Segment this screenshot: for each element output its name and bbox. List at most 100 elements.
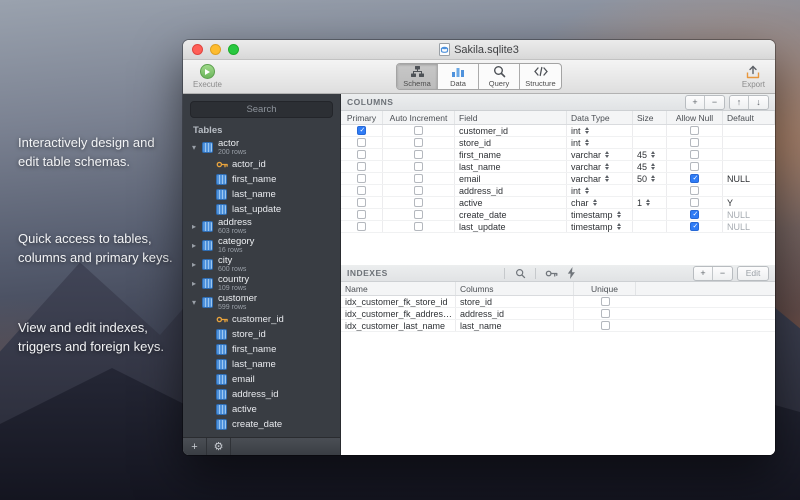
index-search-icon[interactable]: [512, 268, 528, 279]
stepper-icon[interactable]: [605, 151, 609, 158]
column-row[interactable]: first_namevarchar45: [341, 149, 775, 161]
move-up-button[interactable]: ↑: [730, 96, 749, 109]
index-row[interactable]: idx_customer_fk_store_idstore_id: [341, 296, 775, 308]
tab-structure[interactable]: Structure: [520, 64, 561, 89]
column-row[interactable]: create_datetimestampNULL: [341, 209, 775, 221]
chevron-right-icon[interactable]: ▸: [192, 260, 202, 269]
checkbox[interactable]: [357, 174, 366, 183]
stepper-icon[interactable]: [605, 163, 609, 170]
default-cell[interactable]: [723, 161, 775, 172]
stepper-icon[interactable]: [651, 163, 655, 170]
checkbox[interactable]: [690, 210, 699, 219]
column-row[interactable]: emailvarchar50NULL: [341, 173, 775, 185]
checkbox[interactable]: [690, 222, 699, 231]
foreign-key-icon[interactable]: [543, 268, 559, 279]
execute-button[interactable]: Execute: [193, 64, 222, 89]
chevron-right-icon[interactable]: ▸: [192, 222, 202, 231]
chevron-down-icon[interactable]: ▾: [192, 143, 202, 152]
data-type-cell[interactable]: timestamp: [567, 209, 633, 220]
checkbox[interactable]: [357, 150, 366, 159]
column-row[interactable]: last_namevarchar45: [341, 161, 775, 173]
default-cell[interactable]: NULL: [723, 209, 775, 220]
stepper-icon[interactable]: [617, 211, 621, 218]
tab-query[interactable]: Query: [479, 64, 520, 89]
column-row[interactable]: store_idint: [341, 137, 775, 149]
checkbox[interactable]: [357, 126, 366, 135]
checkbox[interactable]: [414, 162, 423, 171]
chevron-right-icon[interactable]: ▸: [192, 241, 202, 250]
checkbox[interactable]: [601, 297, 610, 306]
sidebar-column-item[interactable]: customer_id: [183, 312, 340, 327]
checkbox[interactable]: [357, 162, 366, 171]
sidebar-table-item[interactable]: ▸category16 rows: [183, 236, 340, 255]
sidebar-column-item[interactable]: store_id: [183, 327, 340, 342]
default-cell[interactable]: Y: [723, 197, 775, 208]
default-cell[interactable]: [723, 137, 775, 148]
size-cell[interactable]: [633, 185, 667, 196]
sidebar-table-item[interactable]: ▾customer599 rows: [183, 293, 340, 312]
sidebar-column-item[interactable]: last_name: [183, 187, 340, 202]
checkbox[interactable]: [690, 162, 699, 171]
checkbox[interactable]: [690, 150, 699, 159]
sidebar-table-item[interactable]: ▸address603 rows: [183, 217, 340, 236]
checkbox[interactable]: [690, 186, 699, 195]
stepper-icon[interactable]: [585, 139, 589, 146]
checkbox[interactable]: [414, 138, 423, 147]
size-cell[interactable]: 45: [633, 161, 667, 172]
sidebar-column-item[interactable]: last_name: [183, 357, 340, 372]
stepper-icon[interactable]: [593, 199, 597, 206]
sidebar-column-item[interactable]: active: [183, 402, 340, 417]
default-cell[interactable]: [723, 185, 775, 196]
tab-schema[interactable]: Schema: [397, 64, 438, 89]
add-index-button[interactable]: +: [694, 267, 713, 280]
checkbox[interactable]: [690, 174, 699, 183]
size-cell[interactable]: 50: [633, 173, 667, 184]
data-type-cell[interactable]: varchar: [567, 161, 633, 172]
checkbox[interactable]: [690, 198, 699, 207]
column-row[interactable]: activechar1Y: [341, 197, 775, 209]
checkbox[interactable]: [357, 198, 366, 207]
size-cell[interactable]: [633, 137, 667, 148]
sidebar-column-item[interactable]: address_id: [183, 387, 340, 402]
search-input[interactable]: [190, 101, 333, 118]
chevron-right-icon[interactable]: ▸: [192, 279, 202, 288]
trigger-lightning-icon[interactable]: [563, 267, 579, 279]
index-row[interactable]: idx_customer_fk_addres…address_id: [341, 308, 775, 320]
checkbox[interactable]: [601, 321, 610, 330]
close-button[interactable]: [192, 44, 203, 55]
data-type-cell[interactable]: int: [567, 125, 633, 136]
checkbox[interactable]: [414, 174, 423, 183]
size-cell[interactable]: [633, 209, 667, 220]
data-type-cell[interactable]: varchar: [567, 173, 633, 184]
export-button[interactable]: Export: [742, 65, 765, 89]
default-cell[interactable]: [723, 149, 775, 160]
minimize-button[interactable]: [210, 44, 221, 55]
stepper-icon[interactable]: [605, 175, 609, 182]
column-row[interactable]: address_idint: [341, 185, 775, 197]
remove-index-button[interactable]: −: [713, 267, 732, 280]
sidebar-table-item[interactable]: ▸country109 rows: [183, 274, 340, 293]
sidebar-column-item[interactable]: actor_id: [183, 157, 340, 172]
size-cell[interactable]: [633, 221, 667, 232]
stepper-icon[interactable]: [646, 199, 650, 206]
checkbox[interactable]: [357, 138, 366, 147]
column-row[interactable]: last_updatetimestampNULL: [341, 221, 775, 233]
checkbox[interactable]: [414, 126, 423, 135]
data-type-cell[interactable]: int: [567, 185, 633, 196]
sidebar-table-item[interactable]: ▸city600 rows: [183, 255, 340, 274]
data-type-cell[interactable]: varchar: [567, 149, 633, 160]
chevron-down-icon[interactable]: ▾: [192, 298, 202, 307]
tab-data[interactable]: Data: [438, 64, 479, 89]
stepper-icon[interactable]: [585, 187, 589, 194]
sidebar-column-item[interactable]: first_name: [183, 172, 340, 187]
add-table-button[interactable]: +: [183, 438, 207, 455]
zoom-button[interactable]: [228, 44, 239, 55]
stepper-icon[interactable]: [651, 151, 655, 158]
move-down-button[interactable]: ↓: [749, 96, 768, 109]
remove-column-button[interactable]: −: [705, 96, 724, 109]
checkbox[interactable]: [357, 222, 366, 231]
default-cell[interactable]: NULL: [723, 221, 775, 232]
edit-index-button[interactable]: Edit: [738, 267, 768, 280]
stepper-icon[interactable]: [585, 127, 589, 134]
sidebar-table-item[interactable]: ▾actor200 rows: [183, 138, 340, 157]
